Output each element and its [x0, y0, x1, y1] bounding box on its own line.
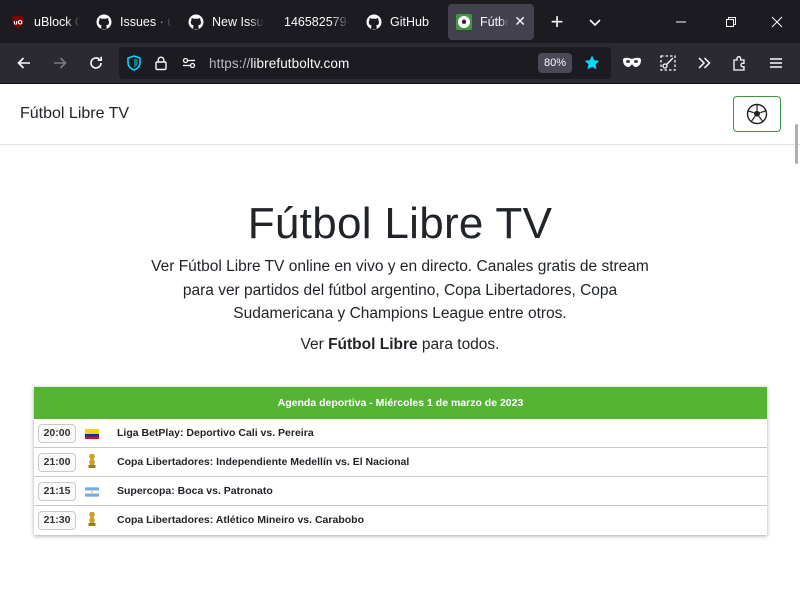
close-icon [771, 16, 783, 27]
url-host: librefutboltv.com [250, 55, 350, 71]
agenda-header: Agenda deportiva - Miércoles 1 de marzo … [34, 387, 767, 419]
reload-button[interactable] [78, 47, 114, 79]
svg-text:uO: uO [13, 19, 22, 26]
tab-label: Fútbol Libre TV [480, 14, 508, 29]
lock-icon[interactable] [153, 55, 169, 76]
match-row[interactable]: 21:30 Copa Libertadores: Atlético Mineir… [34, 506, 767, 535]
tab-label: Issues · u [120, 14, 172, 29]
double-chevron-right-icon [698, 57, 711, 69]
soccer-ball-icon [456, 13, 472, 30]
hero-tagline: Ver Fútbol Libre para todos. [0, 336, 800, 354]
libertadores-trophy-icon [85, 454, 99, 468]
match-row[interactable]: 21:15 Supercopa: Boca vs. Patronato [34, 477, 767, 506]
private-mask-button[interactable] [614, 47, 650, 79]
zoom-reset-button[interactable]: 80% [538, 53, 573, 73]
match-title[interactable]: Copa Libertadores: Atlético Mineiro vs. … [117, 514, 364, 526]
url-text[interactable]: https://librefutboltv.com [209, 56, 349, 71]
puzzle-piece-icon [733, 56, 745, 71]
tab-image[interactable]: 146582579-c2 [272, 4, 358, 40]
libertadores-trophy-icon [85, 512, 99, 526]
github-icon [96, 14, 112, 30]
restore-icon [726, 16, 736, 27]
restore-button[interactable] [708, 0, 754, 43]
hero-description: Ver Fútbol Libre TV online en vivo y en … [151, 258, 649, 322]
forward-arrow-icon [54, 57, 67, 69]
site-brand[interactable]: Fútbol Libre TV [20, 105, 129, 123]
more-tools-button[interactable] [686, 47, 722, 79]
tab-new-issue[interactable]: New Issue [180, 4, 272, 40]
navigation-toolbar: https://librefutboltv.com 80% [0, 43, 800, 84]
tab-label: uBlock Origin [34, 14, 80, 29]
match-time: 21:15 [38, 482, 76, 501]
tab-ublock[interactable]: uO uBlock Origin [0, 4, 88, 40]
minimize-button[interactable] [658, 0, 704, 43]
tagline-prefix: Ver [300, 336, 329, 353]
back-arrow-icon [17, 57, 30, 69]
match-row[interactable]: 21:00 Copa Libertadores: Independiente M… [34, 448, 767, 477]
mask-icon [623, 57, 641, 67]
match-time: 21:30 [38, 511, 76, 530]
ublock-icon: uO [10, 14, 26, 30]
match-title[interactable]: Copa Libertadores: Independiente Medellí… [117, 456, 409, 468]
forward-button[interactable] [42, 47, 78, 79]
screenshot-button[interactable] [650, 47, 686, 79]
page-scrollbar[interactable] [795, 124, 798, 164]
match-title[interactable]: Liga BetPlay: Deportivo Cali vs. Pereira [117, 427, 314, 439]
bookmark-star-icon[interactable] [582, 53, 602, 73]
scissors-icon [660, 55, 676, 71]
chevron-down-icon [589, 18, 601, 26]
minimize-icon [676, 21, 686, 22]
tab-label: 146582579-c2 [284, 14, 350, 29]
github-icon [188, 14, 204, 30]
list-all-tabs-button[interactable] [576, 15, 614, 29]
tagline-bold: Fútbol Libre [328, 336, 418, 353]
site-navbar: Fútbol Libre TV [0, 84, 800, 145]
address-bar[interactable]: https://librefutboltv.com 80% [119, 47, 611, 79]
back-button[interactable] [6, 47, 42, 79]
match-row[interactable]: 20:00 Liga BetPlay: Deportivo Cali vs. P… [34, 419, 767, 448]
tracking-protection-shield-icon[interactable] [126, 55, 142, 76]
permissions-icon[interactable] [181, 55, 197, 76]
tab-github[interactable]: GitHub [358, 4, 444, 40]
github-icon [366, 14, 382, 30]
match-time: 20:00 [38, 424, 76, 443]
close-tab-icon[interactable]: ✕ [514, 13, 526, 30]
tab-label: New Issue [212, 14, 264, 29]
new-tab-button[interactable]: + [538, 9, 576, 35]
sports-agenda-table: Agenda deportiva - Miércoles 1 de marzo … [34, 387, 767, 535]
argentina-flag-icon [85, 486, 99, 497]
reload-icon [90, 56, 102, 69]
hamburger-menu-icon [770, 58, 782, 68]
tagline-suffix: para todos. [417, 336, 500, 353]
page-viewport: Fútbol Libre TV Fútbol Libre TV Ver Fútb… [0, 84, 800, 599]
page-title: Fútbol Libre TV [247, 199, 553, 248]
app-menu-button[interactable] [758, 47, 794, 79]
match-title[interactable]: Supercopa: Boca vs. Patronato [117, 485, 273, 497]
tab-label: GitHub [390, 14, 429, 29]
tab-futbol-libre[interactable]: Fútbol Libre TV ✕ [448, 3, 534, 40]
colombia-flag-icon [85, 428, 99, 439]
extensions-button[interactable] [722, 47, 758, 79]
match-time: 21:00 [38, 453, 76, 472]
tab-bar: uO uBlock Origin Issues · u New Issue 14… [0, 0, 800, 43]
close-window-button[interactable] [754, 0, 800, 43]
soccer-ball-icon [746, 103, 768, 125]
url-protocol: https:// [209, 55, 251, 71]
navbar-toggler-button[interactable] [733, 96, 781, 132]
tab-issues[interactable]: Issues · u [88, 4, 180, 40]
